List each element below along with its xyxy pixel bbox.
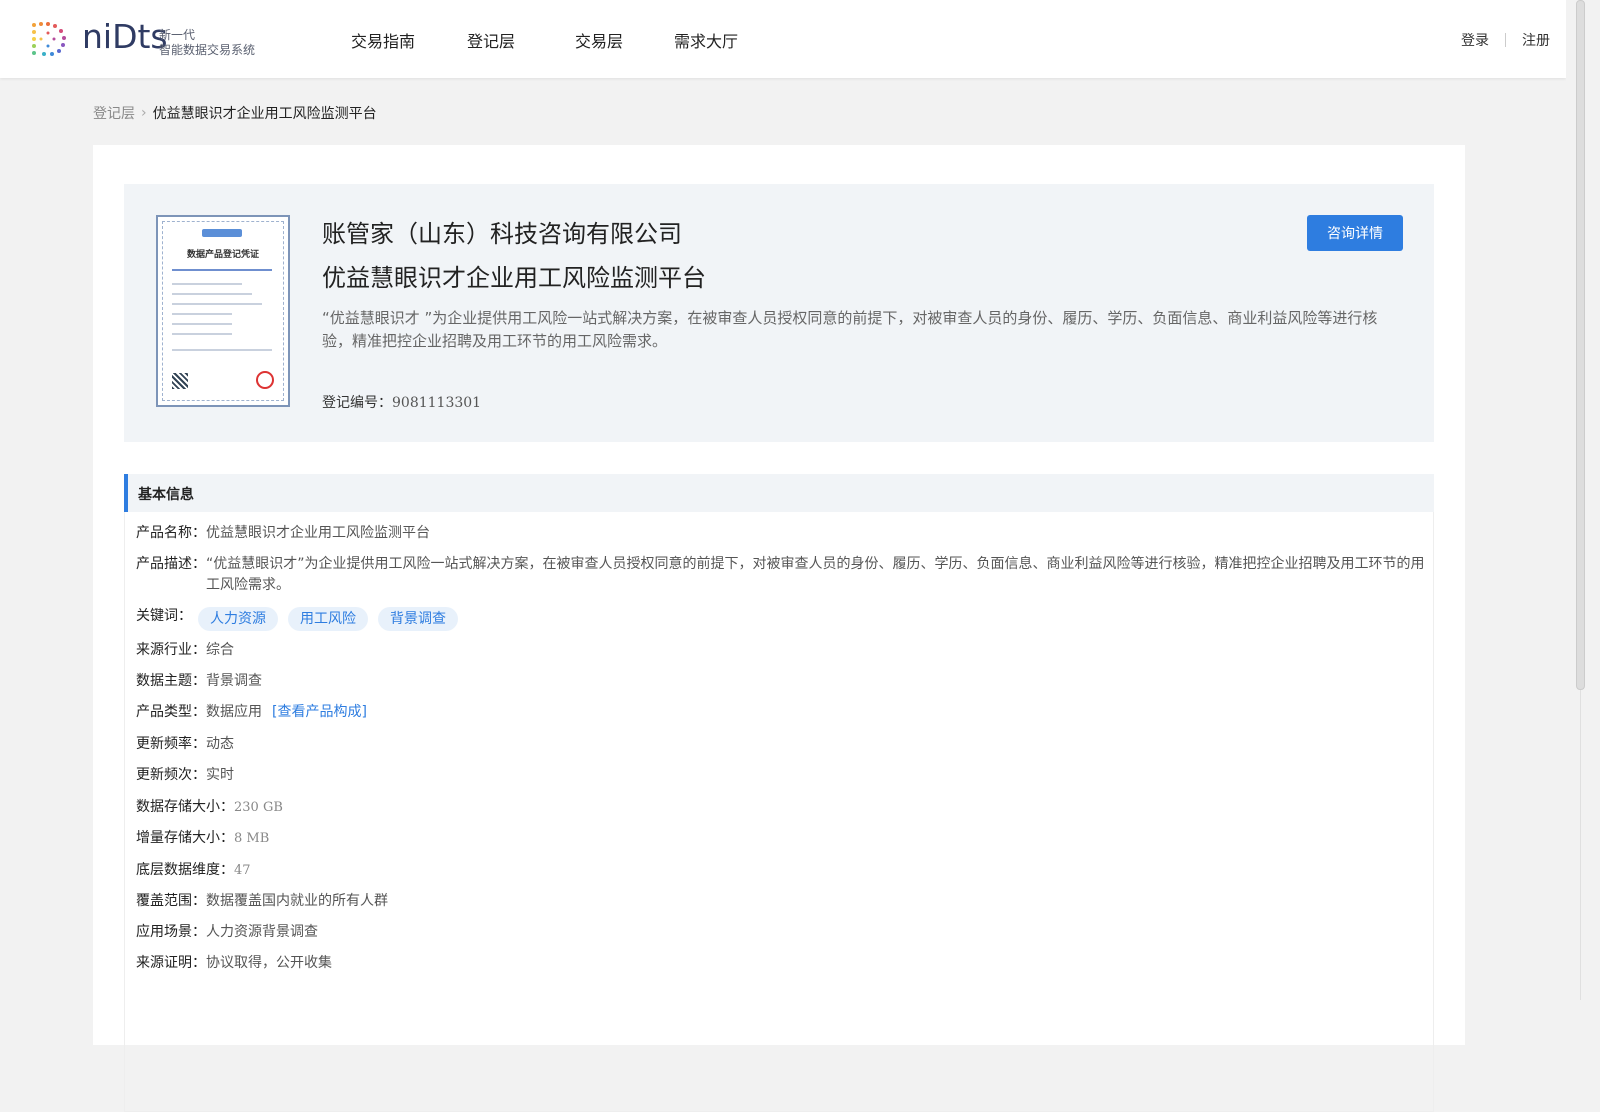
info-label: 来源行业： <box>136 642 206 658</box>
logo-subtitle: 新一代 智能数据交易系统 <box>159 28 255 58</box>
nav-item-demand-hall[interactable]: 需求大厅 <box>674 28 738 52</box>
product-hero: 数据产品登记凭证 账管家（山东）科技咨询有限公司 优益慧眼识才企业用工风险监测平… <box>124 184 1434 442</box>
auth-divider <box>1505 33 1506 47</box>
logo-subtitle-line1: 新一代 <box>159 28 196 42</box>
info-row-keywords: 关键词： 人力资源 用工风险 背景调查 <box>136 606 468 631</box>
product-detail-card: 数据产品登记凭证 账管家（山东）科技咨询有限公司 优益慧眼识才企业用工风险监测平… <box>93 145 1465 1112</box>
info-value: 综合 <box>206 642 234 658</box>
register-link[interactable]: 注册 <box>1522 30 1550 50</box>
breadcrumb: 登记层 › 优益慧眼识才企业用工风险监测平台 <box>93 103 377 123</box>
info-value: 8 MB <box>234 831 270 846</box>
certificate-qr-code <box>172 373 188 389</box>
info-value: 数据覆盖国内就业的所有人群 <box>206 893 388 909</box>
basic-info-panel: 产品名称： 优益慧眼识才企业用工风险监测平台 产品描述： “优益慧眼识才”为企业… <box>124 512 1434 1112</box>
top-navigation-bar: niDts 新一代 智能数据交易系统 交易指南 登记层 交易层 需求大厅 登录 … <box>0 0 1566 78</box>
view-product-composition-link[interactable]: [查看产品构成] <box>272 702 367 723</box>
certificate-logo <box>202 229 242 237</box>
keyword-tag[interactable]: 用工风险 <box>288 607 368 631</box>
info-label: 关键词： <box>136 608 192 624</box>
keyword-tags: 人力资源 用工风险 背景调查 <box>198 607 468 631</box>
breadcrumb-current: 优益慧眼识才企业用工风险监测平台 <box>152 106 377 122</box>
info-row-industry: 来源行业： 综合 <box>136 640 234 661</box>
info-value: 数据应用 <box>206 704 262 720</box>
product-summary: “优益慧眼识才 ”为企业提供用工风险一站式解决方案，在被审查人员授权同意的前提下… <box>322 309 1378 350</box>
certificate-text-line <box>172 313 232 315</box>
info-label: 产品类型： <box>136 704 206 720</box>
info-row-product-description: 产品描述： “优益慧眼识才”为企业提供用工风险一站式解决方案，在被审查人员授权同… <box>136 554 1426 596</box>
chevron-right-icon: › <box>141 105 147 121</box>
login-link[interactable]: 登录 <box>1461 30 1489 50</box>
certificate-text-line <box>172 293 252 295</box>
keyword-tag[interactable]: 人力资源 <box>198 607 278 631</box>
info-row-storage-size: 数据存储大小： 230 GB <box>136 797 283 818</box>
info-value: 优益慧眼识才企业用工风险监测平台 <box>206 525 430 541</box>
registration-certificate-image[interactable]: 数据产品登记凭证 <box>156 215 290 407</box>
info-label: 覆盖范围： <box>136 893 206 909</box>
registration-number: 登记编号：9081113301 <box>322 392 481 412</box>
consult-details-button[interactable]: 咨询详情 <box>1307 215 1403 251</box>
certificate-seal <box>256 371 274 389</box>
info-label: 数据主题： <box>136 673 206 689</box>
info-row-theme: 数据主题： 背景调查 <box>136 671 262 692</box>
scrollbar-thumb[interactable] <box>1576 0 1585 690</box>
info-label: 增量存储大小： <box>136 830 234 846</box>
registration-number-value: 9081113301 <box>392 395 482 411</box>
info-value: 47 <box>234 863 251 878</box>
certificate-text-line <box>172 333 232 335</box>
info-value: 动态 <box>206 736 234 752</box>
basic-info-header: 基本信息 <box>124 474 1434 512</box>
certificate-text-line <box>172 349 272 351</box>
info-row-product-name: 产品名称： 优益慧眼识才企业用工风险监测平台 <box>136 523 430 544</box>
registration-number-label: 登记编号： <box>322 395 392 411</box>
nav-item-trading-layer[interactable]: 交易层 <box>575 28 623 52</box>
info-value: 230 GB <box>234 800 283 815</box>
info-label: 来源证明： <box>136 955 206 971</box>
info-row-increment-size: 增量存储大小： 8 MB <box>136 828 269 849</box>
info-label: 更新频率： <box>136 736 206 752</box>
logo-d-icon <box>32 22 66 56</box>
breadcrumb-parent-link[interactable]: 登记层 <box>93 103 135 123</box>
page-scrollbar[interactable] <box>1566 0 1600 1000</box>
info-value: 实时 <box>206 767 234 783</box>
info-label: 底层数据维度： <box>136 862 234 878</box>
certificate-title: 数据产品登记凭证 <box>186 250 259 260</box>
info-row-coverage: 覆盖范围： 数据覆盖国内就业的所有人群 <box>136 891 388 912</box>
info-row-dimension: 底层数据维度： 47 <box>136 860 251 881</box>
info-row-update-frequency: 更新频率： 动态 <box>136 734 234 755</box>
info-row-scenario: 应用场景： 人力资源背景调查 <box>136 922 318 943</box>
keyword-tag[interactable]: 背景调查 <box>378 607 458 631</box>
site-logo[interactable]: niDts 新一代 智能数据交易系统 <box>28 17 258 59</box>
info-value: 协议取得，公开收集 <box>206 955 332 971</box>
certificate-text-line <box>172 269 272 271</box>
certificate-text-line <box>172 283 242 285</box>
basic-info-title: 基本信息 <box>138 487 194 503</box>
info-row-source-proof: 来源证明： 协议取得，公开收集 <box>136 953 332 974</box>
info-value: 人力资源背景调查 <box>206 924 318 940</box>
product-title: 优益慧眼识才企业用工风险监测平台 <box>322 264 706 292</box>
info-label: 产品名称： <box>136 525 206 541</box>
logo-wordmark: niDts <box>82 17 168 56</box>
info-row-update-times: 更新频次： 实时 <box>136 765 234 786</box>
auth-links: 登录 注册 <box>1461 30 1550 50</box>
certificate-text-line <box>172 303 262 305</box>
info-value: “优益慧眼识才”为企业提供用工风险一站式解决方案，在被审查人员授权同意的前提下，… <box>206 556 1425 593</box>
info-label: 应用场景： <box>136 924 206 940</box>
company-name: 账管家（山东）科技咨询有限公司 <box>322 220 682 248</box>
nav-item-registration-layer[interactable]: 登记层 <box>467 28 515 52</box>
logo-subtitle-line2: 智能数据交易系统 <box>159 43 256 57</box>
info-label: 更新频次： <box>136 767 206 783</box>
info-label: 数据存储大小： <box>136 799 234 815</box>
info-row-product-type: 产品类型： 数据应用 [查看产品构成] <box>136 702 367 723</box>
nav-item-trading-guide[interactable]: 交易指南 <box>351 28 415 52</box>
info-value: 背景调查 <box>206 673 262 689</box>
certificate-text-line <box>172 323 232 325</box>
info-label: 产品描述： <box>136 556 206 572</box>
